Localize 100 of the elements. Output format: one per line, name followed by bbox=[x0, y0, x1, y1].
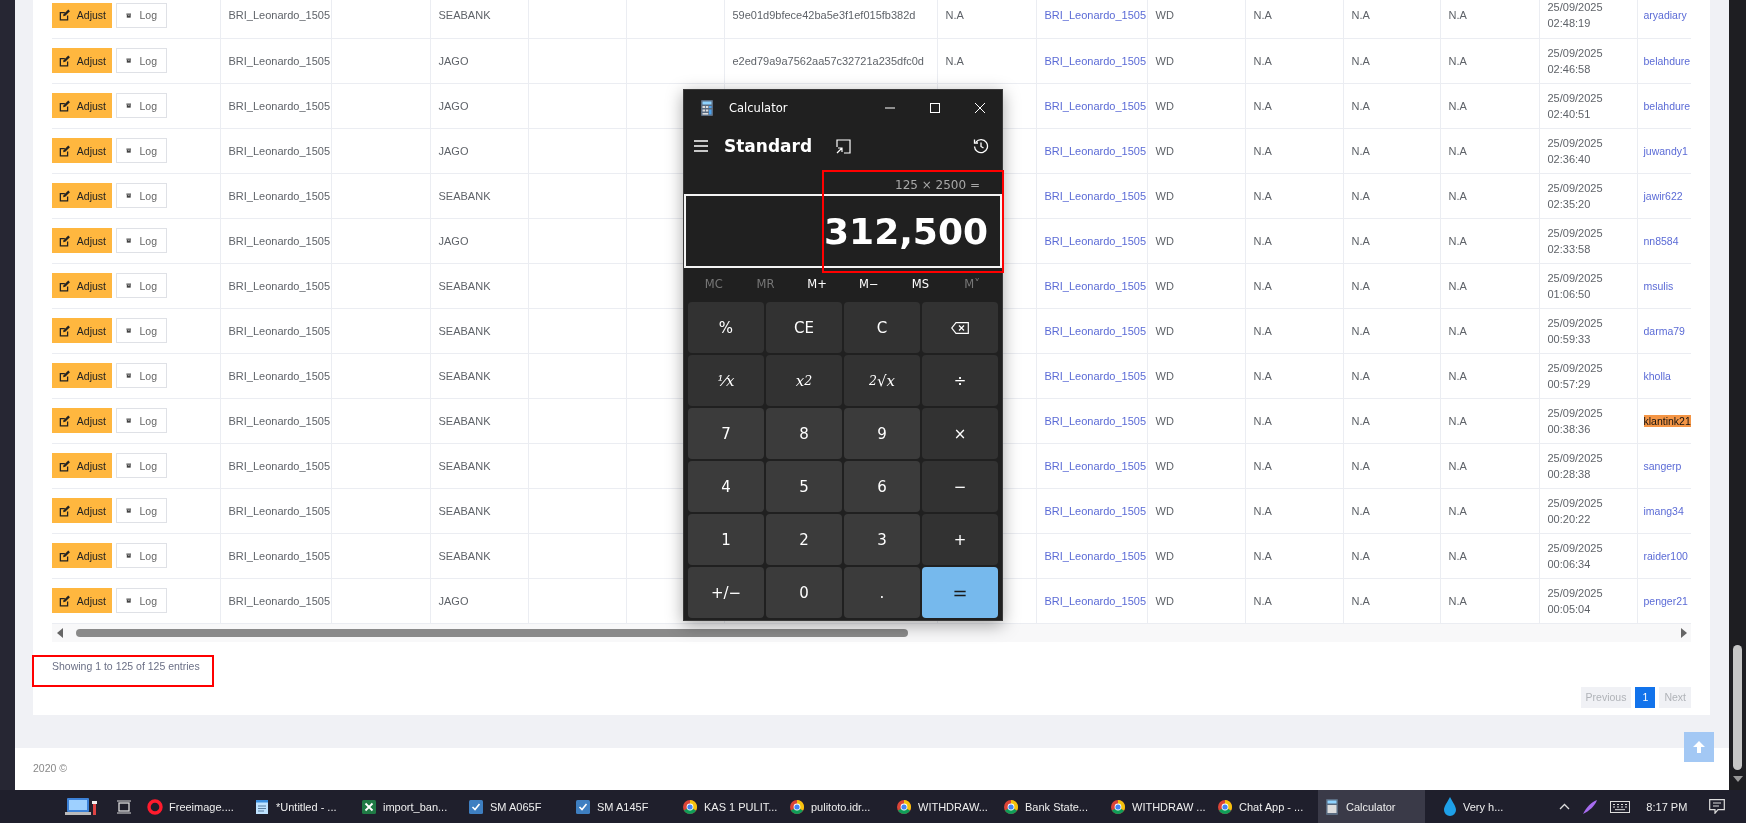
taskbar-item[interactable]: import_ban... bbox=[355, 790, 462, 823]
calculator-key[interactable]: 7 bbox=[688, 408, 764, 459]
log-button[interactable]: Log bbox=[116, 93, 167, 118]
user-link[interactable]: imang34 bbox=[1643, 504, 1684, 517]
taskbar-item[interactable]: pulitoto.idr... bbox=[783, 790, 890, 823]
user-link[interactable]: aryadiary bbox=[1643, 9, 1687, 22]
user-link[interactable]: msulis bbox=[1643, 279, 1674, 292]
adjust-button[interactable]: Adjust bbox=[52, 183, 112, 208]
calculator-key[interactable]: C bbox=[844, 302, 920, 353]
user-link[interactable]: penger21 bbox=[1643, 594, 1688, 607]
memory-button[interactable]: MS bbox=[896, 271, 945, 297]
calculator-key[interactable]: = bbox=[922, 567, 998, 618]
user-link[interactable]: klantink21 bbox=[1643, 414, 1691, 427]
log-button[interactable]: Log bbox=[116, 543, 167, 568]
taskbar-item[interactable]: SM A145F bbox=[569, 790, 676, 823]
calculator-key[interactable]: ⅟x bbox=[688, 355, 764, 406]
user-link[interactable]: raider100 bbox=[1643, 549, 1688, 562]
user-link[interactable]: darma79 bbox=[1643, 324, 1685, 337]
user-link[interactable]: kholla bbox=[1643, 369, 1671, 382]
log-button[interactable]: Log bbox=[116, 318, 167, 343]
log-button[interactable]: Log bbox=[116, 588, 167, 613]
taskbar-item[interactable]: Freeimage.... bbox=[141, 790, 248, 823]
adjust-button[interactable]: Adjust bbox=[52, 93, 112, 118]
user-link[interactable]: belahdure bbox=[1643, 54, 1691, 67]
calculator-key[interactable]: 6 bbox=[844, 461, 920, 512]
log-button[interactable]: Log bbox=[116, 453, 167, 478]
user-link[interactable]: nn8584 bbox=[1643, 234, 1679, 247]
scrollbar-thumb[interactable] bbox=[76, 628, 908, 637]
log-button[interactable]: Log bbox=[116, 498, 167, 523]
account-link[interactable]: BRI_Leonardo_1505 bbox=[1044, 549, 1147, 562]
account-link[interactable]: BRI_Leonardo_1505 bbox=[1044, 594, 1147, 607]
water-drop-icon bbox=[1443, 796, 1457, 817]
account-link[interactable]: BRI_Leonardo_1505 bbox=[1044, 9, 1147, 22]
adjust-button[interactable]: Adjust bbox=[52, 318, 112, 343]
calculator-key[interactable]: +/− bbox=[688, 567, 764, 618]
calculator-key[interactable]: + bbox=[922, 514, 998, 565]
account-link[interactable]: BRI_Leonardo_1505 bbox=[1044, 234, 1147, 247]
account-link[interactable]: BRI_Leonardo_1505 bbox=[1044, 189, 1147, 202]
account-link[interactable]: BRI_Leonardo_1505 bbox=[1044, 144, 1147, 157]
backspace-button[interactable] bbox=[922, 302, 998, 353]
adjust-button[interactable]: Adjust bbox=[52, 273, 112, 298]
adjust-button[interactable]: Adjust bbox=[52, 453, 112, 478]
taskbar-item[interactable]: SM A065F bbox=[462, 790, 569, 823]
adjust-button[interactable]: Adjust bbox=[52, 228, 112, 253]
taskbar-item[interactable]: Calculator bbox=[1318, 790, 1425, 823]
calculator-key[interactable]: 1 bbox=[688, 514, 764, 565]
adjust-button[interactable]: Adjust bbox=[52, 498, 112, 523]
calculator-key[interactable]: 4 bbox=[688, 461, 764, 512]
account-link[interactable]: BRI_Leonardo_1505 bbox=[1044, 279, 1147, 292]
adjust-button[interactable]: Adjust bbox=[52, 408, 112, 433]
log-button[interactable]: Log bbox=[116, 273, 167, 298]
calculator-key[interactable]: CE bbox=[766, 302, 842, 353]
adjust-button[interactable]: Adjust bbox=[52, 543, 112, 568]
calculator-key[interactable]: 8 bbox=[766, 408, 842, 459]
adjust-button[interactable]: Adjust bbox=[52, 48, 112, 73]
scrollbar-thumb[interactable] bbox=[1733, 645, 1742, 770]
calculator-key[interactable]: 9 bbox=[844, 408, 920, 459]
calculator-key[interactable]: 3 bbox=[844, 514, 920, 565]
log-button[interactable]: Log bbox=[116, 2, 167, 28]
table-cell: 25/09/2025 00:20:22 bbox=[1539, 488, 1637, 533]
log-button[interactable]: Log bbox=[116, 408, 167, 433]
user-link[interactable]: belahdure bbox=[1643, 99, 1691, 112]
taskbar-item[interactable]: WITHDRAW ... bbox=[1104, 790, 1211, 823]
calculator-key[interactable]: . bbox=[844, 567, 920, 618]
log-button[interactable]: Log bbox=[116, 138, 167, 163]
calculator-key[interactable]: 0 bbox=[766, 567, 842, 618]
log-button[interactable]: Log bbox=[116, 363, 167, 388]
adjust-button[interactable]: Adjust bbox=[52, 138, 112, 163]
calculator-key[interactable]: 2 bbox=[766, 514, 842, 565]
table-cell: 25/09/2025 00:28:38 bbox=[1539, 443, 1637, 488]
adjust-button[interactable]: Adjust bbox=[52, 588, 112, 613]
adjust-button[interactable]: Adjust bbox=[52, 2, 112, 28]
user-link[interactable]: jawir622 bbox=[1643, 189, 1683, 202]
taskbar-item[interactable]: Bank State... bbox=[997, 790, 1104, 823]
adjust-button[interactable]: Adjust bbox=[52, 363, 112, 388]
log-button[interactable]: Log bbox=[116, 48, 167, 73]
account-link[interactable]: BRI_Leonardo_1505 bbox=[1044, 459, 1147, 472]
taskbar-item[interactable]: KAS 1 PULIT... bbox=[676, 790, 783, 823]
calculator-key[interactable]: − bbox=[922, 461, 998, 512]
account-link[interactable]: BRI_Leonardo_1505 bbox=[1044, 504, 1147, 517]
taskbar-item[interactable]: Chat App - ... bbox=[1211, 790, 1318, 823]
weather-item[interactable]: Very h... bbox=[1437, 790, 1510, 823]
user-link[interactable]: juwandy1 bbox=[1643, 144, 1688, 157]
user-link[interactable]: sangerp bbox=[1643, 459, 1682, 472]
taskbar-item[interactable]: WITHDRAW... bbox=[890, 790, 997, 823]
log-button[interactable]: Log bbox=[116, 228, 167, 253]
account-link[interactable]: BRI_Leonardo_1505 bbox=[1044, 324, 1147, 337]
account-link[interactable]: BRI_Leonardo_1505 bbox=[1044, 99, 1147, 112]
calculator-key[interactable]: × bbox=[922, 408, 998, 459]
page-button[interactable]: 1 bbox=[1635, 686, 1656, 708]
calculator-key[interactable]: 5 bbox=[766, 461, 842, 512]
memory-button[interactable]: M− bbox=[844, 271, 893, 297]
taskbar-item[interactable]: *Untitled - ... bbox=[248, 790, 355, 823]
calculator-key[interactable]: % bbox=[688, 302, 764, 353]
account-link[interactable]: BRI_Leonardo_1505 bbox=[1044, 369, 1147, 382]
account-link[interactable]: BRI_Leonardo_1505 bbox=[1044, 54, 1147, 67]
calculator-key[interactable]: ÷ bbox=[922, 355, 998, 406]
account-link[interactable]: BRI_Leonardo_1505 bbox=[1044, 414, 1147, 427]
log-button[interactable]: Log bbox=[116, 183, 167, 208]
memory-button[interactable]: M+ bbox=[793, 271, 842, 297]
